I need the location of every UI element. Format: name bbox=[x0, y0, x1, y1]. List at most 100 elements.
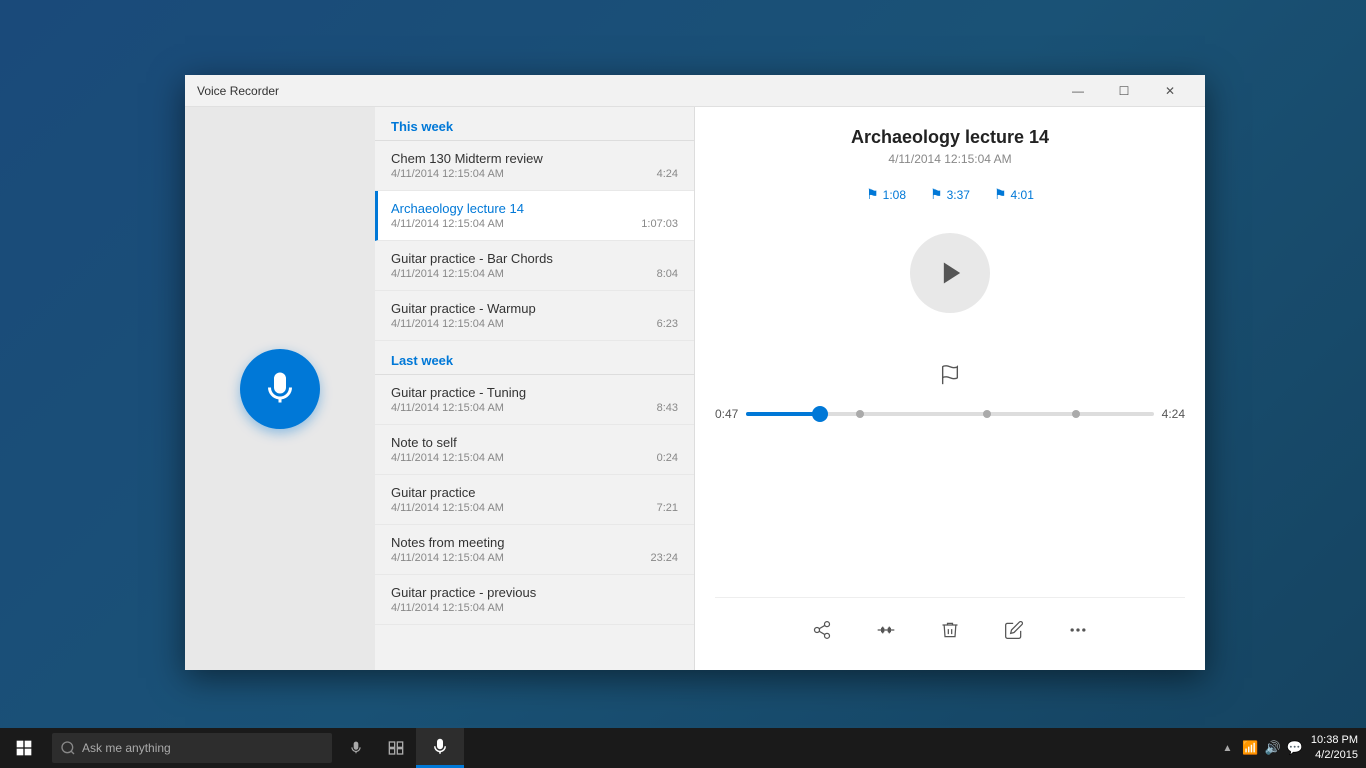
windows-icon bbox=[16, 740, 32, 756]
system-tray-icons: 📶 🔊 💬 bbox=[1242, 740, 1303, 756]
task-view-icon bbox=[388, 740, 404, 756]
window-title: Voice Recorder bbox=[197, 84, 1055, 98]
item-duration: 1:07:03 bbox=[641, 218, 678, 230]
item-date: 4/11/2014 12:15:04 AM bbox=[391, 452, 504, 464]
clock[interactable]: 10:38 PM 4/2/2015 bbox=[1311, 733, 1358, 764]
marker-3[interactable]: ⚑ 4:01 bbox=[994, 186, 1034, 203]
item-name: Guitar practice bbox=[391, 485, 678, 500]
progress-thumb[interactable] bbox=[812, 406, 828, 422]
record-button[interactable] bbox=[240, 349, 320, 429]
taskbar-voice-recorder-icon bbox=[431, 738, 449, 756]
item-date: 4/11/2014 12:15:04 AM bbox=[391, 502, 504, 514]
microphone-icon bbox=[262, 371, 298, 407]
desktop: Voice Recorder — ☐ ✕ This week bbox=[0, 0, 1366, 768]
start-button[interactable] bbox=[0, 728, 48, 768]
delete-icon bbox=[940, 620, 960, 640]
maximize-button[interactable]: ☐ bbox=[1101, 75, 1147, 107]
play-icon bbox=[938, 259, 966, 287]
cortana-mic-button[interactable] bbox=[336, 728, 376, 768]
marker-dot-2 bbox=[983, 410, 991, 418]
item-name: Archaeology lecture 14 bbox=[391, 201, 678, 216]
minimize-button[interactable]: — bbox=[1055, 75, 1101, 107]
item-meta: 4/11/2014 12:15:04 AM 7:21 bbox=[391, 502, 678, 514]
list-item[interactable]: Guitar practice - Bar Chords 4/11/2014 1… bbox=[375, 241, 694, 291]
trim-button[interactable] bbox=[866, 610, 906, 650]
notification-icon[interactable]: 💬 bbox=[1287, 740, 1303, 756]
marker-2[interactable]: ⚑ 3:37 bbox=[930, 186, 970, 203]
section-header-last-week: Last week bbox=[375, 341, 694, 375]
item-name: Chem 130 Midterm review bbox=[391, 151, 678, 166]
item-meta: 4/11/2014 12:15:04 AM 1:07:03 bbox=[391, 218, 678, 230]
item-meta: 4/11/2014 12:15:04 AM 8:43 bbox=[391, 402, 678, 414]
search-placeholder: Ask me anything bbox=[82, 741, 171, 755]
list-item[interactable]: Notes from meeting 4/11/2014 12:15:04 AM… bbox=[375, 525, 694, 575]
share-icon bbox=[812, 620, 832, 640]
clock-time: 10:38 PM bbox=[1311, 733, 1358, 748]
item-date: 4/11/2014 12:15:04 AM bbox=[391, 318, 504, 330]
item-duration: 6:23 bbox=[657, 318, 678, 330]
item-meta: 4/11/2014 12:15:04 AM 23:24 bbox=[391, 552, 678, 564]
taskbar-search[interactable]: Ask me anything bbox=[52, 733, 332, 763]
item-duration: 4:24 bbox=[657, 168, 678, 180]
share-button[interactable] bbox=[802, 610, 842, 650]
more-options-button[interactable] bbox=[1058, 610, 1098, 650]
item-meta: 4/11/2014 12:15:04 AM 8:04 bbox=[391, 268, 678, 280]
list-item[interactable]: Guitar practice - Tuning 4/11/2014 12:15… bbox=[375, 375, 694, 425]
list-item[interactable]: Note to self 4/11/2014 12:15:04 AM 0:24 bbox=[375, 425, 694, 475]
volume-icon[interactable]: 🔊 bbox=[1265, 740, 1281, 756]
item-name: Guitar practice - Warmup bbox=[391, 301, 678, 316]
window-body: This week Chem 130 Midterm review 4/11/2… bbox=[185, 107, 1205, 670]
progress-bar[interactable] bbox=[746, 412, 1153, 416]
clock-date: 4/2/2015 bbox=[1311, 748, 1358, 763]
total-time: 4:24 bbox=[1162, 407, 1185, 421]
item-meta: 4/11/2014 12:15:04 AM 0:24 bbox=[391, 452, 678, 464]
marker-time-1: 1:08 bbox=[883, 188, 906, 202]
network-icon[interactable]: 📶 bbox=[1242, 740, 1258, 756]
item-duration: 8:43 bbox=[657, 402, 678, 414]
system-tray-chevron[interactable]: ▲ bbox=[1220, 741, 1234, 756]
taskbar-right: ▲ 📶 🔊 💬 10:38 PM 4/2/2015 bbox=[1220, 733, 1366, 764]
play-area bbox=[910, 233, 990, 313]
marker-1[interactable]: ⚑ 1:08 bbox=[866, 186, 906, 203]
player-date: 4/11/2014 12:15:04 AM bbox=[888, 152, 1011, 166]
player-panel: Archaeology lecture 14 4/11/2014 12:15:0… bbox=[695, 107, 1205, 670]
list-item[interactable]: Chem 130 Midterm review 4/11/2014 12:15:… bbox=[375, 141, 694, 191]
search-icon bbox=[60, 740, 76, 756]
taskbar-app-voice-recorder[interactable] bbox=[416, 728, 464, 768]
item-duration: 23:24 bbox=[650, 552, 678, 564]
player-title: Archaeology lecture 14 bbox=[851, 127, 1049, 148]
item-date: 4/11/2014 12:15:04 AM bbox=[391, 402, 504, 414]
add-marker-button[interactable] bbox=[928, 353, 972, 397]
task-view-button[interactable] bbox=[376, 728, 416, 768]
item-meta: 4/11/2014 12:15:04 AM 4:24 bbox=[391, 168, 678, 180]
recordings-list-panel: This week Chem 130 Midterm review 4/11/2… bbox=[375, 107, 695, 670]
play-button[interactable] bbox=[910, 233, 990, 313]
item-name: Guitar practice - previous bbox=[391, 585, 678, 600]
marker-time-3: 4:01 bbox=[1011, 188, 1034, 202]
item-name: Notes from meeting bbox=[391, 535, 678, 550]
voice-recorder-window: Voice Recorder — ☐ ✕ This week bbox=[185, 75, 1205, 670]
list-item[interactable]: Guitar practice - previous 4/11/2014 12:… bbox=[375, 575, 694, 625]
cortana-mic-icon bbox=[349, 741, 363, 755]
progress-area: 0:47 4:24 bbox=[715, 407, 1185, 421]
flag-icon-1: ⚑ bbox=[866, 186, 879, 203]
item-meta: 4/11/2014 12:15:04 AM bbox=[391, 602, 678, 614]
close-button[interactable]: ✕ bbox=[1147, 75, 1193, 107]
current-time: 0:47 bbox=[715, 407, 738, 421]
list-item-selected[interactable]: Archaeology lecture 14 4/11/2014 12:15:0… bbox=[375, 191, 694, 241]
item-duration: 0:24 bbox=[657, 452, 678, 464]
marker-dot-1 bbox=[856, 410, 864, 418]
item-date: 4/11/2014 12:15:04 AM bbox=[391, 602, 504, 614]
item-name: Guitar practice - Bar Chords bbox=[391, 251, 678, 266]
list-item[interactable]: Guitar practice - Warmup 4/11/2014 12:15… bbox=[375, 291, 694, 341]
item-name: Guitar practice - Tuning bbox=[391, 385, 678, 400]
delete-button[interactable] bbox=[930, 610, 970, 650]
item-date: 4/11/2014 12:15:04 AM bbox=[391, 268, 504, 280]
left-panel bbox=[185, 107, 375, 670]
flag-icon-2: ⚑ bbox=[930, 186, 943, 203]
item-meta: 4/11/2014 12:15:04 AM 6:23 bbox=[391, 318, 678, 330]
rename-button[interactable] bbox=[994, 610, 1034, 650]
item-date: 4/11/2014 12:15:04 AM bbox=[391, 552, 504, 564]
item-name: Note to self bbox=[391, 435, 678, 450]
list-item[interactable]: Guitar practice 4/11/2014 12:15:04 AM 7:… bbox=[375, 475, 694, 525]
